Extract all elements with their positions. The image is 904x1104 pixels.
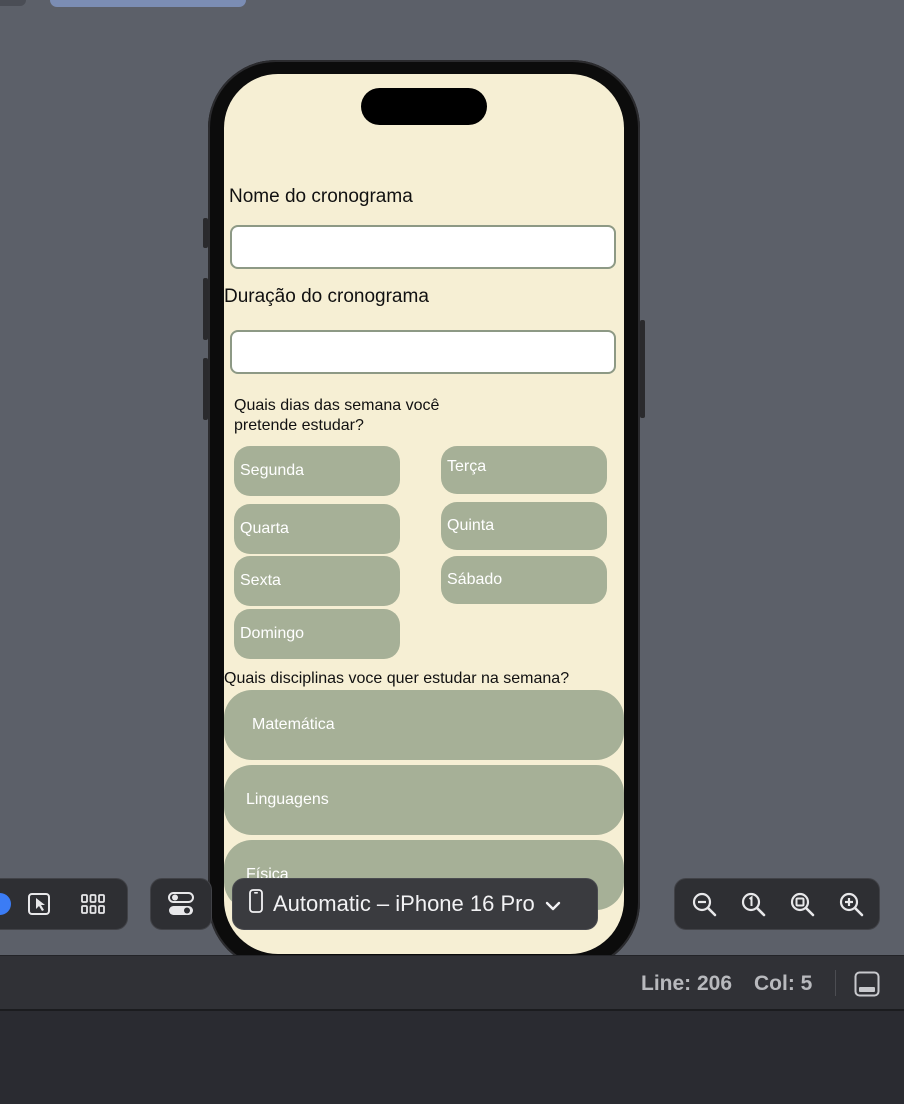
toggle-debug-area-icon[interactable] <box>853 970 881 998</box>
live-preview-icon[interactable] <box>0 893 11 915</box>
day-button-sabado[interactable]: Sábado <box>441 556 607 604</box>
days-question: Quais dias das semana você pretende estu… <box>234 397 440 434</box>
zoom-out-icon[interactable] <box>684 884 724 924</box>
schedule-duration-label: Duração do cronograma <box>224 286 429 307</box>
schedule-name-field[interactable] <box>230 225 616 269</box>
day-button-domingo[interactable]: Domingo <box>234 609 400 659</box>
volume-up-button <box>203 278 208 340</box>
selectable-preview-icon[interactable] <box>19 884 59 924</box>
device-selector[interactable]: Automatic – iPhone 16 Pro <box>232 878 598 930</box>
day-button-quarta[interactable]: Quarta <box>234 504 400 554</box>
schedule-duration-field[interactable] <box>230 330 616 374</box>
preview-mode-group <box>0 878 128 930</box>
selected-tab-chip[interactable] <box>50 0 246 7</box>
chevron-down-icon <box>545 891 561 917</box>
zoom-group <box>674 878 880 930</box>
iphone-icon <box>249 889 263 919</box>
variants-grid-icon[interactable] <box>73 884 113 924</box>
action-button <box>203 218 208 248</box>
editor-status-bar: Line: 206 Col: 5 <box>0 955 904 1011</box>
day-button-sexta[interactable]: Sexta <box>234 556 400 606</box>
device-selector-label: Automatic – iPhone 16 Pro <box>273 891 535 916</box>
debug-area <box>0 1011 904 1104</box>
column-indicator: Col: 5 <box>754 972 813 995</box>
device-settings-group <box>150 878 212 930</box>
preview-canvas: Nome do cronograma Duração do cronograma… <box>0 0 904 970</box>
volume-down-button <box>203 358 208 420</box>
day-button-quinta[interactable]: Quinta <box>441 502 607 550</box>
actual-size-icon[interactable] <box>733 884 773 924</box>
zoom-in-icon[interactable] <box>831 884 871 924</box>
dynamic-island <box>361 88 487 125</box>
schedule-name-label: Nome do cronograma <box>229 186 413 207</box>
day-button-terca[interactable]: Terça <box>441 446 607 494</box>
day-button-segunda[interactable]: Segunda <box>234 446 400 496</box>
subject-button-matematica[interactable]: Matemática <box>224 690 624 760</box>
status-divider <box>835 970 836 996</box>
device-settings-icon[interactable] <box>161 884 201 924</box>
phone-screen: Nome do cronograma Duração do cronograma… <box>224 74 624 954</box>
zoom-to-fit-icon[interactable] <box>782 884 822 924</box>
line-indicator: Line: 206 <box>641 972 733 995</box>
subjects-question: Quais disciplinas voce quer estudar na s… <box>224 670 570 687</box>
subject-button-linguagens[interactable]: Linguagens <box>224 765 624 835</box>
toolbar-chip[interactable] <box>0 0 26 6</box>
power-button <box>640 320 645 418</box>
